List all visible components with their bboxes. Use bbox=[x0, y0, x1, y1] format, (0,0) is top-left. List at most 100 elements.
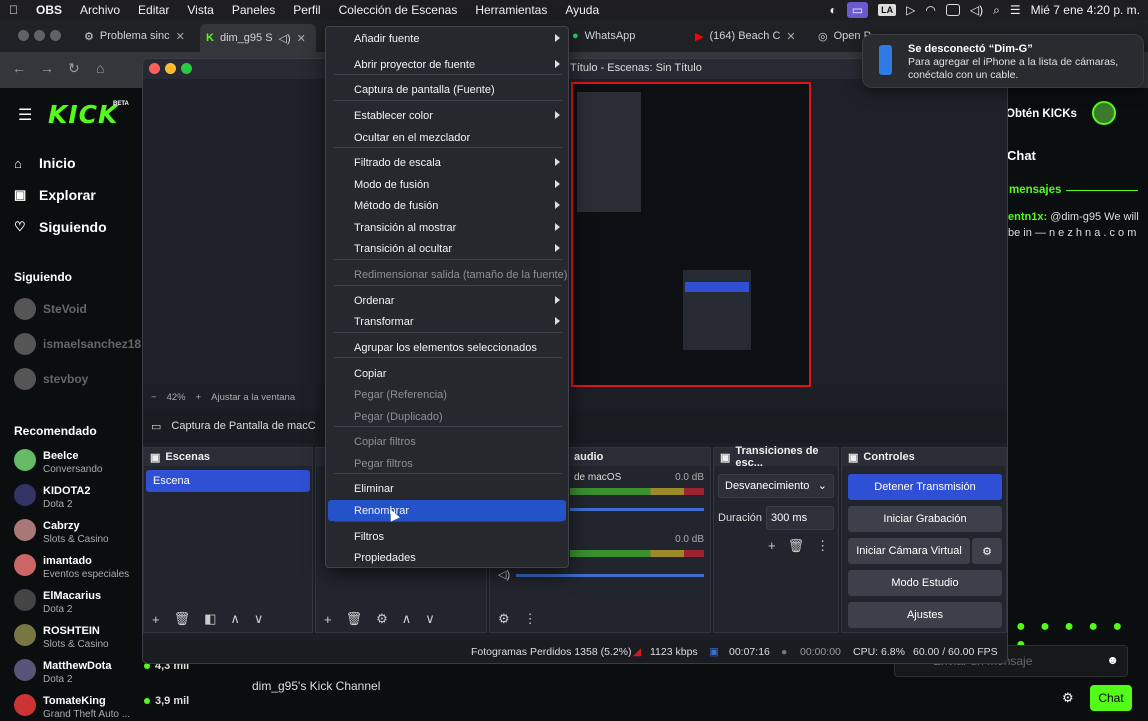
trash-icon[interactable]: 🗑 bbox=[346, 611, 363, 627]
obs-zoom-dot[interactable] bbox=[181, 63, 192, 74]
recommended-item[interactable]: ElMacarius Dota 2 bbox=[14, 589, 101, 616]
trash-icon[interactable]: 🗑 bbox=[788, 538, 805, 554]
tab-youtube[interactable]: ▶ (164) Beach C ✕ bbox=[695, 24, 807, 48]
context-menu-item[interactable]: Propiedades bbox=[328, 547, 566, 568]
apple-icon[interactable]:  bbox=[0, 3, 27, 17]
stop-streaming-button[interactable]: Detener Transmisión bbox=[848, 474, 1002, 500]
home-icon[interactable]: ⌂ bbox=[96, 60, 104, 76]
context-menu-item[interactable]: Transformar bbox=[328, 311, 566, 332]
menu-archivo[interactable]: Archivo bbox=[71, 3, 129, 17]
nav-explorar[interactable]: ▣ Explorar bbox=[14, 187, 96, 203]
move-up-icon[interactable]: ∧ bbox=[402, 611, 412, 627]
context-menu-item[interactable]: Abrir proyector de fuente bbox=[328, 54, 566, 75]
scene-item[interactable]: Escena bbox=[146, 470, 310, 492]
source-name[interactable]: Captura de Pantalla de macC bbox=[171, 420, 315, 432]
start-recording-button[interactable]: Iniciar Grabación bbox=[848, 506, 1002, 532]
screen-share-icon[interactable]: ▭ bbox=[846, 2, 869, 18]
context-menu-item[interactable]: Ocultar en el mezclador bbox=[328, 127, 566, 148]
move-up-icon[interactable]: ∧ bbox=[230, 611, 240, 627]
more-icon[interactable]: ⋮ bbox=[816, 538, 829, 554]
settings-button[interactable]: Ajustes bbox=[848, 602, 1002, 628]
close-icon[interactable]: ✕ bbox=[786, 30, 795, 43]
wifi-icon[interactable]: ◠ bbox=[925, 3, 935, 17]
control-center-icon[interactable]: ☰ bbox=[1010, 3, 1021, 17]
following-item[interactable]: stevboy bbox=[14, 368, 88, 390]
context-menu-item[interactable]: Eliminar bbox=[328, 478, 566, 499]
back-icon[interactable]: ← bbox=[12, 60, 26, 76]
context-menu-item[interactable]: Filtros bbox=[328, 526, 566, 547]
obs-tray-icon[interactable]: ◐ bbox=[830, 3, 837, 17]
recommended-item[interactable]: imantado Eventos especiales bbox=[14, 554, 129, 581]
close-icon[interactable]: ✕ bbox=[176, 30, 185, 43]
following-item[interactable]: SteVoid bbox=[14, 298, 87, 320]
transition-select[interactable]: Desvanecimiento ⌄ bbox=[718, 474, 834, 498]
context-menu-item[interactable]: Modo de fusión bbox=[328, 174, 566, 195]
duration-input[interactable]: 300 ms bbox=[766, 506, 834, 530]
nav-inicio[interactable]: ⌂ Inicio bbox=[14, 155, 76, 171]
volume-slider-2[interactable] bbox=[516, 574, 704, 577]
input-source-label[interactable]: LA bbox=[878, 4, 897, 16]
forward-icon[interactable]: → bbox=[40, 60, 54, 76]
chat-settings-icon[interactable]: ⚙ bbox=[1062, 690, 1074, 706]
add-icon[interactable]: + bbox=[324, 612, 332, 627]
tab-dim-g95[interactable]: Kdim_g95 S ◁) ✕ bbox=[200, 24, 316, 52]
close-icon[interactable]: ✕ bbox=[297, 32, 306, 45]
window-minimize-dot[interactable] bbox=[34, 30, 45, 41]
volume-icon[interactable]: ◁) bbox=[970, 3, 983, 17]
play-icon[interactable]: ▷ bbox=[906, 3, 915, 17]
obs-close-dot[interactable] bbox=[149, 63, 160, 74]
menu-vista[interactable]: Vista bbox=[178, 3, 222, 17]
context-menu-item[interactable]: Añadir fuente bbox=[328, 28, 566, 49]
clock[interactable]: Mié 7 ene 4:20 p. m. bbox=[1031, 3, 1140, 17]
move-down-icon[interactable]: ∨ bbox=[254, 611, 264, 627]
audio-icon[interactable]: ◁) bbox=[279, 32, 291, 45]
nav-siguiendo[interactable]: ♡ Siguiendo bbox=[14, 219, 107, 235]
add-icon[interactable]: + bbox=[152, 612, 160, 627]
chat-send-button[interactable]: Chat bbox=[1090, 685, 1132, 711]
context-menu-item[interactable]: Renombrar bbox=[328, 500, 566, 521]
studio-mode-button[interactable]: Modo Estudio bbox=[848, 570, 1002, 596]
zoom-out-icon[interactable]: − bbox=[151, 392, 157, 403]
menu-editar[interactable]: Editar bbox=[129, 3, 178, 17]
context-menu-item[interactable]: Filtrado de escala bbox=[328, 152, 566, 173]
window-zoom-dot[interactable] bbox=[50, 30, 61, 41]
spotlight-icon[interactable]: ⌕ bbox=[993, 3, 1000, 18]
menu-perfil[interactable]: Perfil bbox=[284, 3, 329, 17]
menu-ayuda[interactable]: Ayuda bbox=[556, 3, 608, 17]
gear-icon[interactable]: ⚙ bbox=[376, 611, 388, 627]
window-close-dot[interactable] bbox=[18, 30, 29, 41]
obs-canvas-selected-source[interactable] bbox=[571, 82, 811, 387]
zoom-in-icon[interactable]: + bbox=[196, 392, 202, 403]
more-icon[interactable]: ⋮ bbox=[524, 611, 537, 627]
user-avatar[interactable] bbox=[1092, 101, 1116, 125]
context-menu-item[interactable]: Transición al mostrar bbox=[328, 217, 566, 238]
start-virtual-camera-button[interactable]: Iniciar Cámara Virtual bbox=[848, 538, 970, 564]
recommended-item[interactable]: MatthewDota Dota 2 bbox=[14, 659, 111, 686]
context-menu-item[interactable]: Establecer color bbox=[328, 105, 566, 126]
context-menu-item[interactable]: Transición al ocultar bbox=[328, 238, 566, 259]
context-menu-item[interactable]: Método de fusión bbox=[328, 195, 566, 216]
recommended-item[interactable]: KIDOTA2 Dota 2 bbox=[14, 484, 90, 511]
context-menu-item[interactable]: Agrupar los elementos seleccionados bbox=[328, 337, 566, 358]
menu-coleccion-escenas[interactable]: Colección de Escenas bbox=[330, 3, 467, 17]
gear-icon[interactable]: ⚙ bbox=[498, 611, 510, 627]
notification-banner[interactable]: Se desconectó “Dim-G” Para agregar el iP… bbox=[862, 34, 1144, 88]
speaker-icon[interactable]: ◁) bbox=[498, 568, 510, 581]
kick-logo[interactable]: KICK bbox=[48, 100, 118, 129]
fit-window-label[interactable]: Ajustar a la ventana bbox=[211, 392, 295, 403]
virtual-camera-settings-button[interactable]: ⚙ bbox=[972, 538, 1002, 564]
context-menu-item[interactable]: Ordenar bbox=[328, 290, 566, 311]
menu-herramientas[interactable]: Herramientas bbox=[466, 3, 556, 17]
battery-icon[interactable] bbox=[945, 4, 960, 16]
volume-slider-1[interactable] bbox=[570, 508, 704, 511]
recommended-item[interactable]: Cabrzy Slots & Casino bbox=[14, 519, 109, 546]
context-menu-item[interactable]: Copiar bbox=[328, 363, 566, 384]
trash-icon[interactable]: 🗑 bbox=[174, 611, 191, 627]
filter-icon[interactable]: ◧ bbox=[204, 611, 216, 627]
recommended-item[interactable]: Beelce Conversando bbox=[14, 449, 102, 476]
get-kicks-button[interactable]: Obtén KICKs bbox=[1006, 104, 1084, 124]
hamburger-icon[interactable]: ☰ bbox=[18, 105, 32, 125]
recommended-item[interactable]: TomateKing Grand Theft Auto ... bbox=[14, 694, 130, 721]
context-menu-item[interactable]: Captura de pantalla (Fuente) bbox=[328, 79, 566, 100]
emoji-icon[interactable]: ☻ bbox=[1106, 653, 1119, 667]
